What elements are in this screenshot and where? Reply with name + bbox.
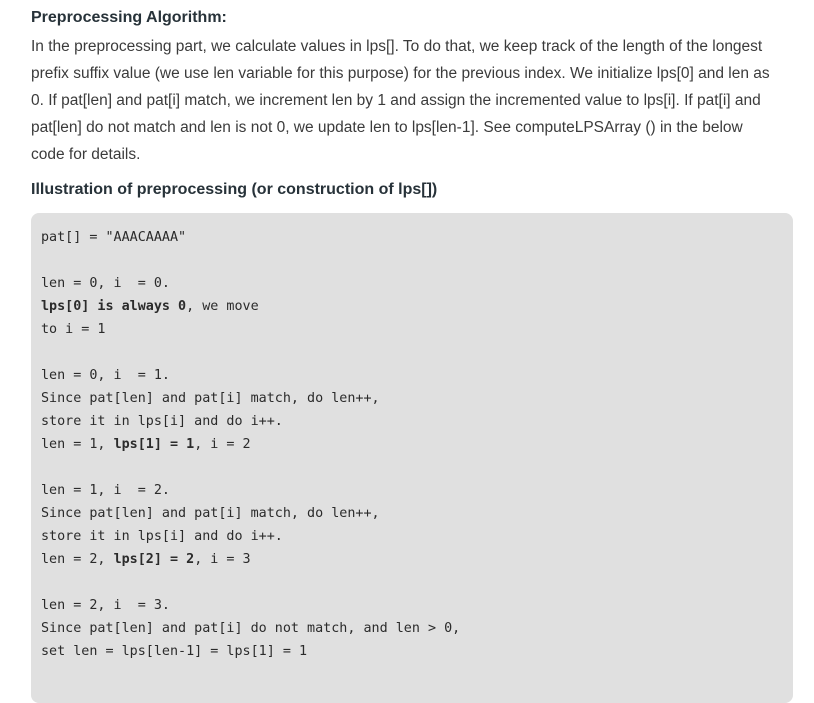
code-line: len = 1, i = 2. bbox=[41, 479, 460, 502]
paragraph-line: 0. If pat[len] and pat[i] match, we incr… bbox=[31, 92, 761, 109]
code-text-segment: set len = lps[len-1] = lps[1] = 1 bbox=[41, 644, 308, 659]
code-text-segment: len = 2, bbox=[41, 552, 114, 567]
code-line: len = 0, i = 1. bbox=[41, 364, 460, 387]
section-heading: Preprocessing Algorithm: bbox=[31, 9, 227, 26]
code-text-segment: len = 0, i = 0. bbox=[41, 276, 170, 291]
code-line: len = 1, lps[1] = 1, i = 2 bbox=[41, 433, 460, 456]
code-text-segment: , we move bbox=[186, 299, 259, 314]
paragraph-line: code for details. bbox=[31, 146, 141, 163]
code-text-segment: , i = 3 bbox=[194, 552, 251, 567]
paragraph-line: pat[len] do not match and len is not 0, … bbox=[31, 119, 743, 136]
code-line: Since pat[len] and pat[i] match, do len+… bbox=[41, 387, 460, 410]
code-text-segment: store it in lps[i] and do i++. bbox=[41, 414, 283, 429]
code-text-segment: len = 0, i = 1. bbox=[41, 368, 170, 383]
code-line: pat[] = "AAACAAAA" bbox=[41, 226, 460, 249]
code-text-segment: Since pat[len] and pat[i] match, do len+… bbox=[41, 506, 380, 521]
code-line: set len = lps[len-1] = lps[1] = 1 bbox=[41, 640, 460, 663]
code-bold-text: lps[2] = 2 bbox=[113, 552, 195, 567]
code-line: len = 2, i = 3. bbox=[41, 594, 460, 617]
code-bold-text: lps[0] is always 0 bbox=[41, 299, 187, 314]
code-line: len = 2, lps[2] = 2, i = 3 bbox=[41, 548, 460, 571]
code-text-segment: len = 2, i = 3. bbox=[41, 598, 170, 613]
code-text-segment: pat[] = "AAACAAAA" bbox=[41, 230, 187, 245]
code-line: store it in lps[i] and do i++. bbox=[41, 410, 460, 433]
code-text-segment: Since pat[len] and pat[i] match, do len+… bbox=[41, 391, 380, 406]
code-text-segment: store it in lps[i] and do i++. bbox=[41, 529, 283, 544]
code-block[interactable]: pat[] = "AAACAAAA" len = 0, i = 0. lps[0] … bbox=[31, 213, 793, 703]
code-bold-text: lps[1] = 1 bbox=[113, 437, 195, 452]
code-text: pat[] = "AAACAAAA" len = 0, i = 0. lps[0] … bbox=[41, 226, 460, 663]
code-line: Since pat[len] and pat[i] do not match, … bbox=[41, 617, 460, 640]
code-line: len = 0, i = 0. bbox=[41, 272, 460, 295]
code-text-segment: , i = 2 bbox=[194, 437, 251, 452]
illustration-heading: Illustration of preprocessing (or constr… bbox=[31, 181, 438, 198]
code-line: to i = 1 bbox=[41, 318, 460, 341]
code-text-segment: Since pat[len] and pat[i] do not match, … bbox=[41, 621, 461, 636]
code-text-segment: to i = 1 bbox=[41, 322, 106, 337]
code-line: lps[0] is always 0, we move bbox=[41, 295, 460, 318]
code-line: Since pat[len] and pat[i] match, do len+… bbox=[41, 502, 460, 525]
code-line: store it in lps[i] and do i++. bbox=[41, 525, 460, 548]
code-text-segment: len = 1, bbox=[41, 437, 114, 452]
description-paragraph: In the preprocessing part, we calculate … bbox=[31, 33, 793, 168]
paragraph-line: prefix suffix value (we use len variable… bbox=[31, 65, 770, 82]
paragraph-line: In the preprocessing part, we calculate … bbox=[31, 38, 763, 55]
code-text-segment: len = 1, i = 2. bbox=[41, 483, 170, 498]
